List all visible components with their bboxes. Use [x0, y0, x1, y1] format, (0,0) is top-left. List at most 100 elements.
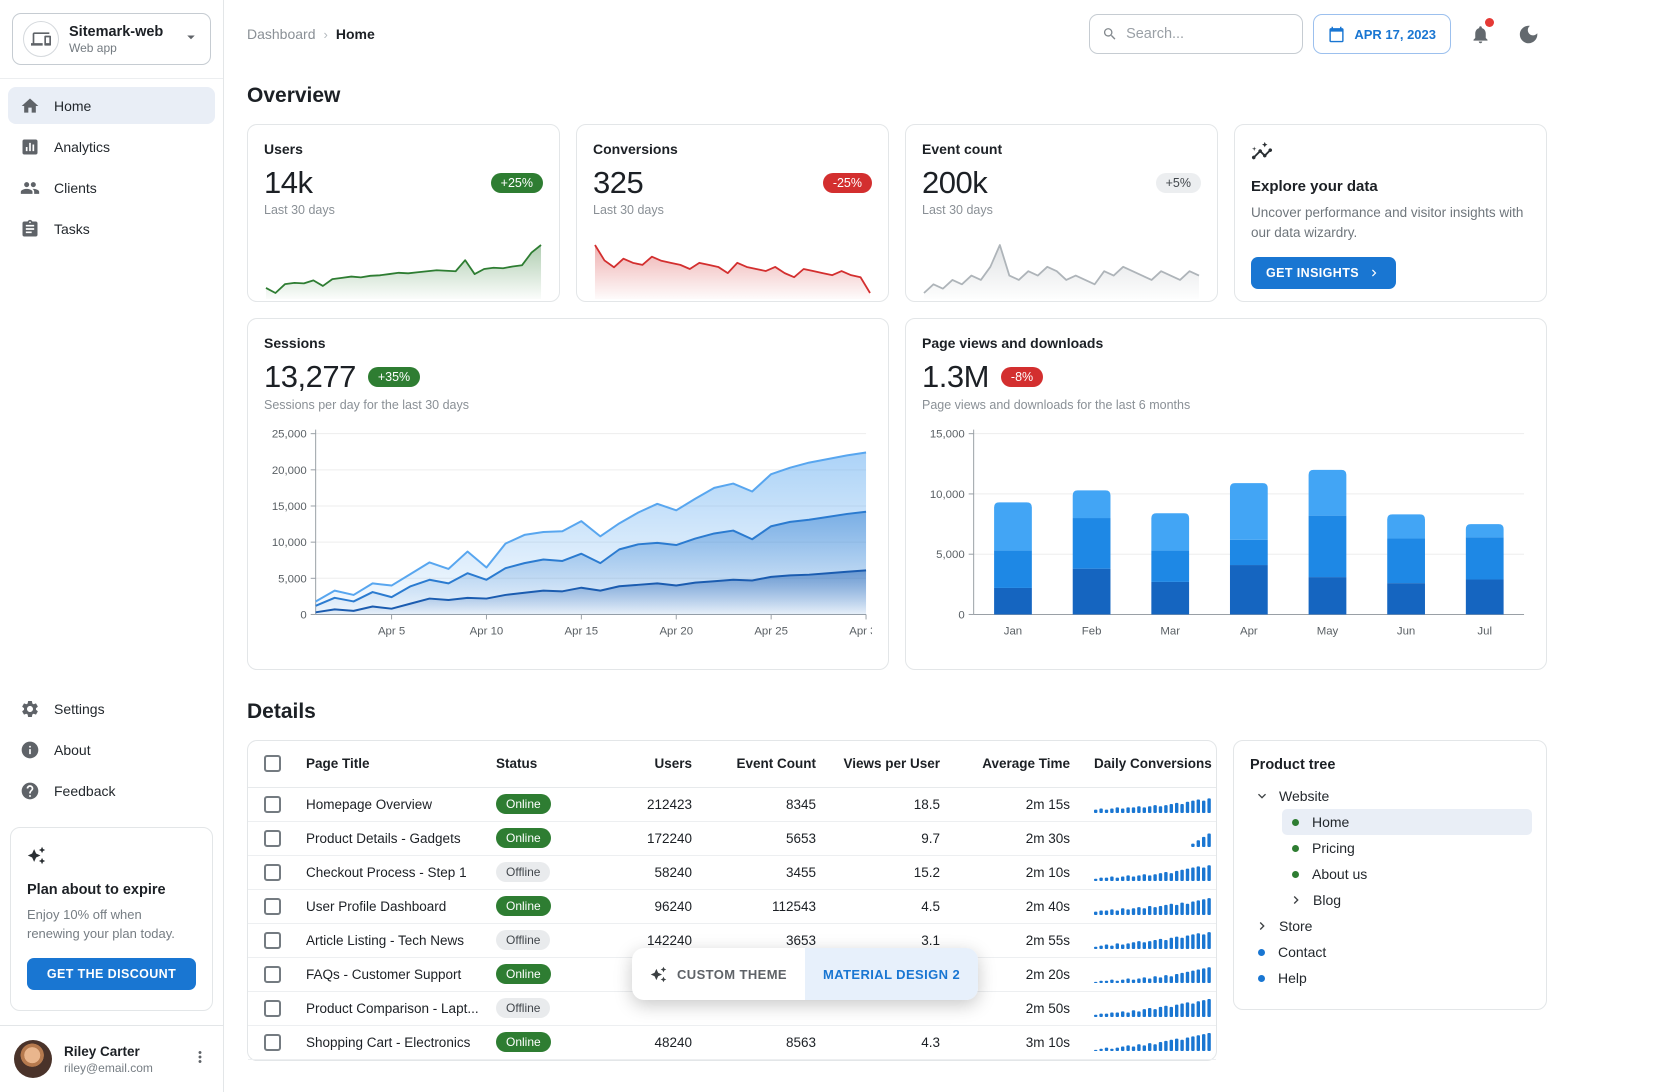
search-input[interactable]	[1126, 26, 1290, 42]
cell-average-time: 2m 10s	[940, 855, 1070, 889]
svg-text:5,000: 5,000	[936, 549, 965, 561]
material-design-2-button[interactable]: MATERIAL DESIGN 2	[805, 948, 978, 1000]
chevron-right-icon	[1367, 266, 1381, 280]
chart-chip: +35%	[368, 367, 420, 387]
col-daily-conversions: Daily Conversions	[1070, 741, 1216, 787]
tree-item-store[interactable]: Store	[1248, 913, 1532, 939]
workspace-type: Web app	[69, 41, 163, 55]
sidebar-item-analytics[interactable]: Analytics	[8, 128, 215, 165]
svg-text:15,000: 15,000	[272, 501, 307, 513]
workspace-select[interactable]: Sitemark-web Web app	[12, 13, 211, 65]
select-all-checkbox[interactable]	[264, 755, 281, 772]
cell-views-per-user: 4.3	[816, 1025, 940, 1059]
stat-title: Conversions	[593, 141, 872, 157]
row-checkbox[interactable]	[264, 932, 281, 949]
daily-conversions-sparkline	[1094, 999, 1214, 1017]
dark-mode-button[interactable]	[1509, 15, 1547, 53]
chart-caption: Page views and downloads for the last 6 …	[922, 398, 1530, 412]
chevron-right-icon	[1288, 892, 1304, 908]
sidebar-item-about[interactable]: About	[8, 731, 215, 768]
get-discount-button[interactable]: GET THE DISCOUNT	[27, 958, 196, 990]
cell-event-count: 8345	[692, 787, 816, 821]
cell-users: 48240	[590, 1025, 692, 1059]
svg-text:Apr: Apr	[1240, 625, 1258, 637]
row-checkbox[interactable]	[264, 1034, 281, 1051]
date-picker-button[interactable]: APR 17, 2023	[1313, 14, 1451, 54]
stat-caption: Last 30 days	[922, 203, 1201, 217]
cell-average-time: 2m 30s	[940, 821, 1070, 855]
tree-item-contact[interactable]: Contact	[1248, 939, 1532, 965]
get-insights-button[interactable]: GET INSIGHTS	[1251, 257, 1396, 289]
people-icon	[20, 178, 40, 198]
row-checkbox[interactable]	[264, 898, 281, 915]
notifications-button[interactable]	[1461, 15, 1499, 53]
cell-event-count: 112543	[692, 889, 816, 923]
cell-views-per-user: 4.5	[816, 889, 940, 923]
row-checkbox[interactable]	[264, 830, 281, 847]
cell-users: 212423	[590, 787, 692, 821]
custom-theme-button[interactable]: CUSTOM THEME	[632, 948, 805, 1000]
sidebar-item-clients[interactable]: Clients	[8, 169, 215, 206]
user-footer: Riley Carter riley@email.com	[0, 1025, 223, 1092]
cell-page-title: User Profile Dashboard	[304, 889, 496, 923]
stat-title: Users	[264, 141, 543, 157]
stat-card-event-count: Event count 200k +5% Last 30 days	[905, 124, 1218, 302]
col-status: Status	[496, 741, 590, 787]
table-row[interactable]: Product Details - Gadgets Online 172240 …	[248, 821, 1216, 855]
daily-conversions-sparkline	[1094, 863, 1214, 881]
product-tree-card: Product tree Website Home Pricing About …	[1233, 740, 1547, 1010]
row-checkbox[interactable]	[264, 966, 281, 983]
row-checkbox[interactable]	[264, 796, 281, 813]
tree-item-about-us[interactable]: About us	[1282, 861, 1532, 887]
sessions-chart-card: Sessions 13,277 +35% Sessions per day fo…	[247, 318, 889, 670]
status-badge: Online	[496, 896, 551, 916]
notification-badge	[1485, 18, 1494, 27]
row-checkbox[interactable]	[264, 1000, 281, 1017]
tree-dot-icon	[1258, 975, 1265, 982]
status-badge: Online	[496, 964, 551, 984]
chart-title: Page views and downloads	[922, 335, 1530, 351]
svg-text:Jun: Jun	[1397, 625, 1415, 637]
table-row[interactable]: User Profile Dashboard Online 96240 1125…	[248, 889, 1216, 923]
chart-chip: -8%	[1001, 367, 1043, 387]
col-event-count: Event Count	[692, 741, 816, 787]
explore-data-card: Explore your data Uncover performance an…	[1234, 124, 1547, 302]
more-vert-icon[interactable]	[191, 1048, 209, 1071]
tree-item-blog[interactable]: Blog	[1282, 887, 1532, 913]
details-title: Details	[247, 700, 1547, 724]
chart-value: 13,277	[264, 359, 356, 395]
status-badge: Offline	[496, 862, 550, 882]
plan-card-title: Plan about to expire	[27, 882, 196, 898]
cell-views-per-user: 18.5	[816, 787, 940, 821]
chart-title: Sessions	[264, 335, 872, 351]
table-row[interactable]: Homepage Overview Online 212423 8345 18.…	[248, 787, 1216, 821]
table-row[interactable]: Shopping Cart - Electronics Online 48240…	[248, 1025, 1216, 1059]
users-sparkline	[264, 235, 543, 301]
plan-card-body: Enjoy 10% off when renewing your plan to…	[27, 906, 196, 944]
status-badge: Online	[496, 1032, 551, 1052]
sparkle-icon	[27, 846, 196, 870]
user-name: Riley Carter	[64, 1044, 153, 1059]
tree-item-help[interactable]: Help	[1248, 965, 1532, 991]
explore-body: Uncover performance and visitor insights…	[1251, 203, 1530, 244]
tree-dot-icon	[1292, 845, 1299, 852]
cell-views-per-user: 15.2	[816, 855, 940, 889]
sidebar-item-feedback[interactable]: Feedback	[8, 772, 215, 809]
col-average-time: Average Time	[940, 741, 1070, 787]
user-email: riley@email.com	[64, 1061, 153, 1075]
stat-value: 14k	[264, 165, 312, 201]
sidebar-item-home[interactable]: Home	[8, 87, 215, 124]
sidebar-item-settings[interactable]: Settings	[8, 690, 215, 727]
tree-item-website[interactable]: Website	[1248, 783, 1532, 809]
cell-average-time: 2m 15s	[940, 787, 1070, 821]
pageviews-stacked-bar-chart: 05,00010,00015,000JanFebMarAprMayJunJul	[922, 420, 1530, 648]
tree-dot-icon	[1292, 871, 1299, 878]
table-row[interactable]: Checkout Process - Step 1 Offline 58240 …	[248, 855, 1216, 889]
tree-item-home[interactable]: Home	[1282, 809, 1532, 835]
sidebar-item-tasks[interactable]: Tasks	[8, 210, 215, 247]
breadcrumb-dashboard[interactable]: Dashboard	[247, 26, 316, 42]
row-checkbox[interactable]	[264, 864, 281, 881]
conversions-sparkline	[593, 235, 872, 301]
tree-item-pricing[interactable]: Pricing	[1282, 835, 1532, 861]
svg-text:10,000: 10,000	[272, 537, 307, 549]
